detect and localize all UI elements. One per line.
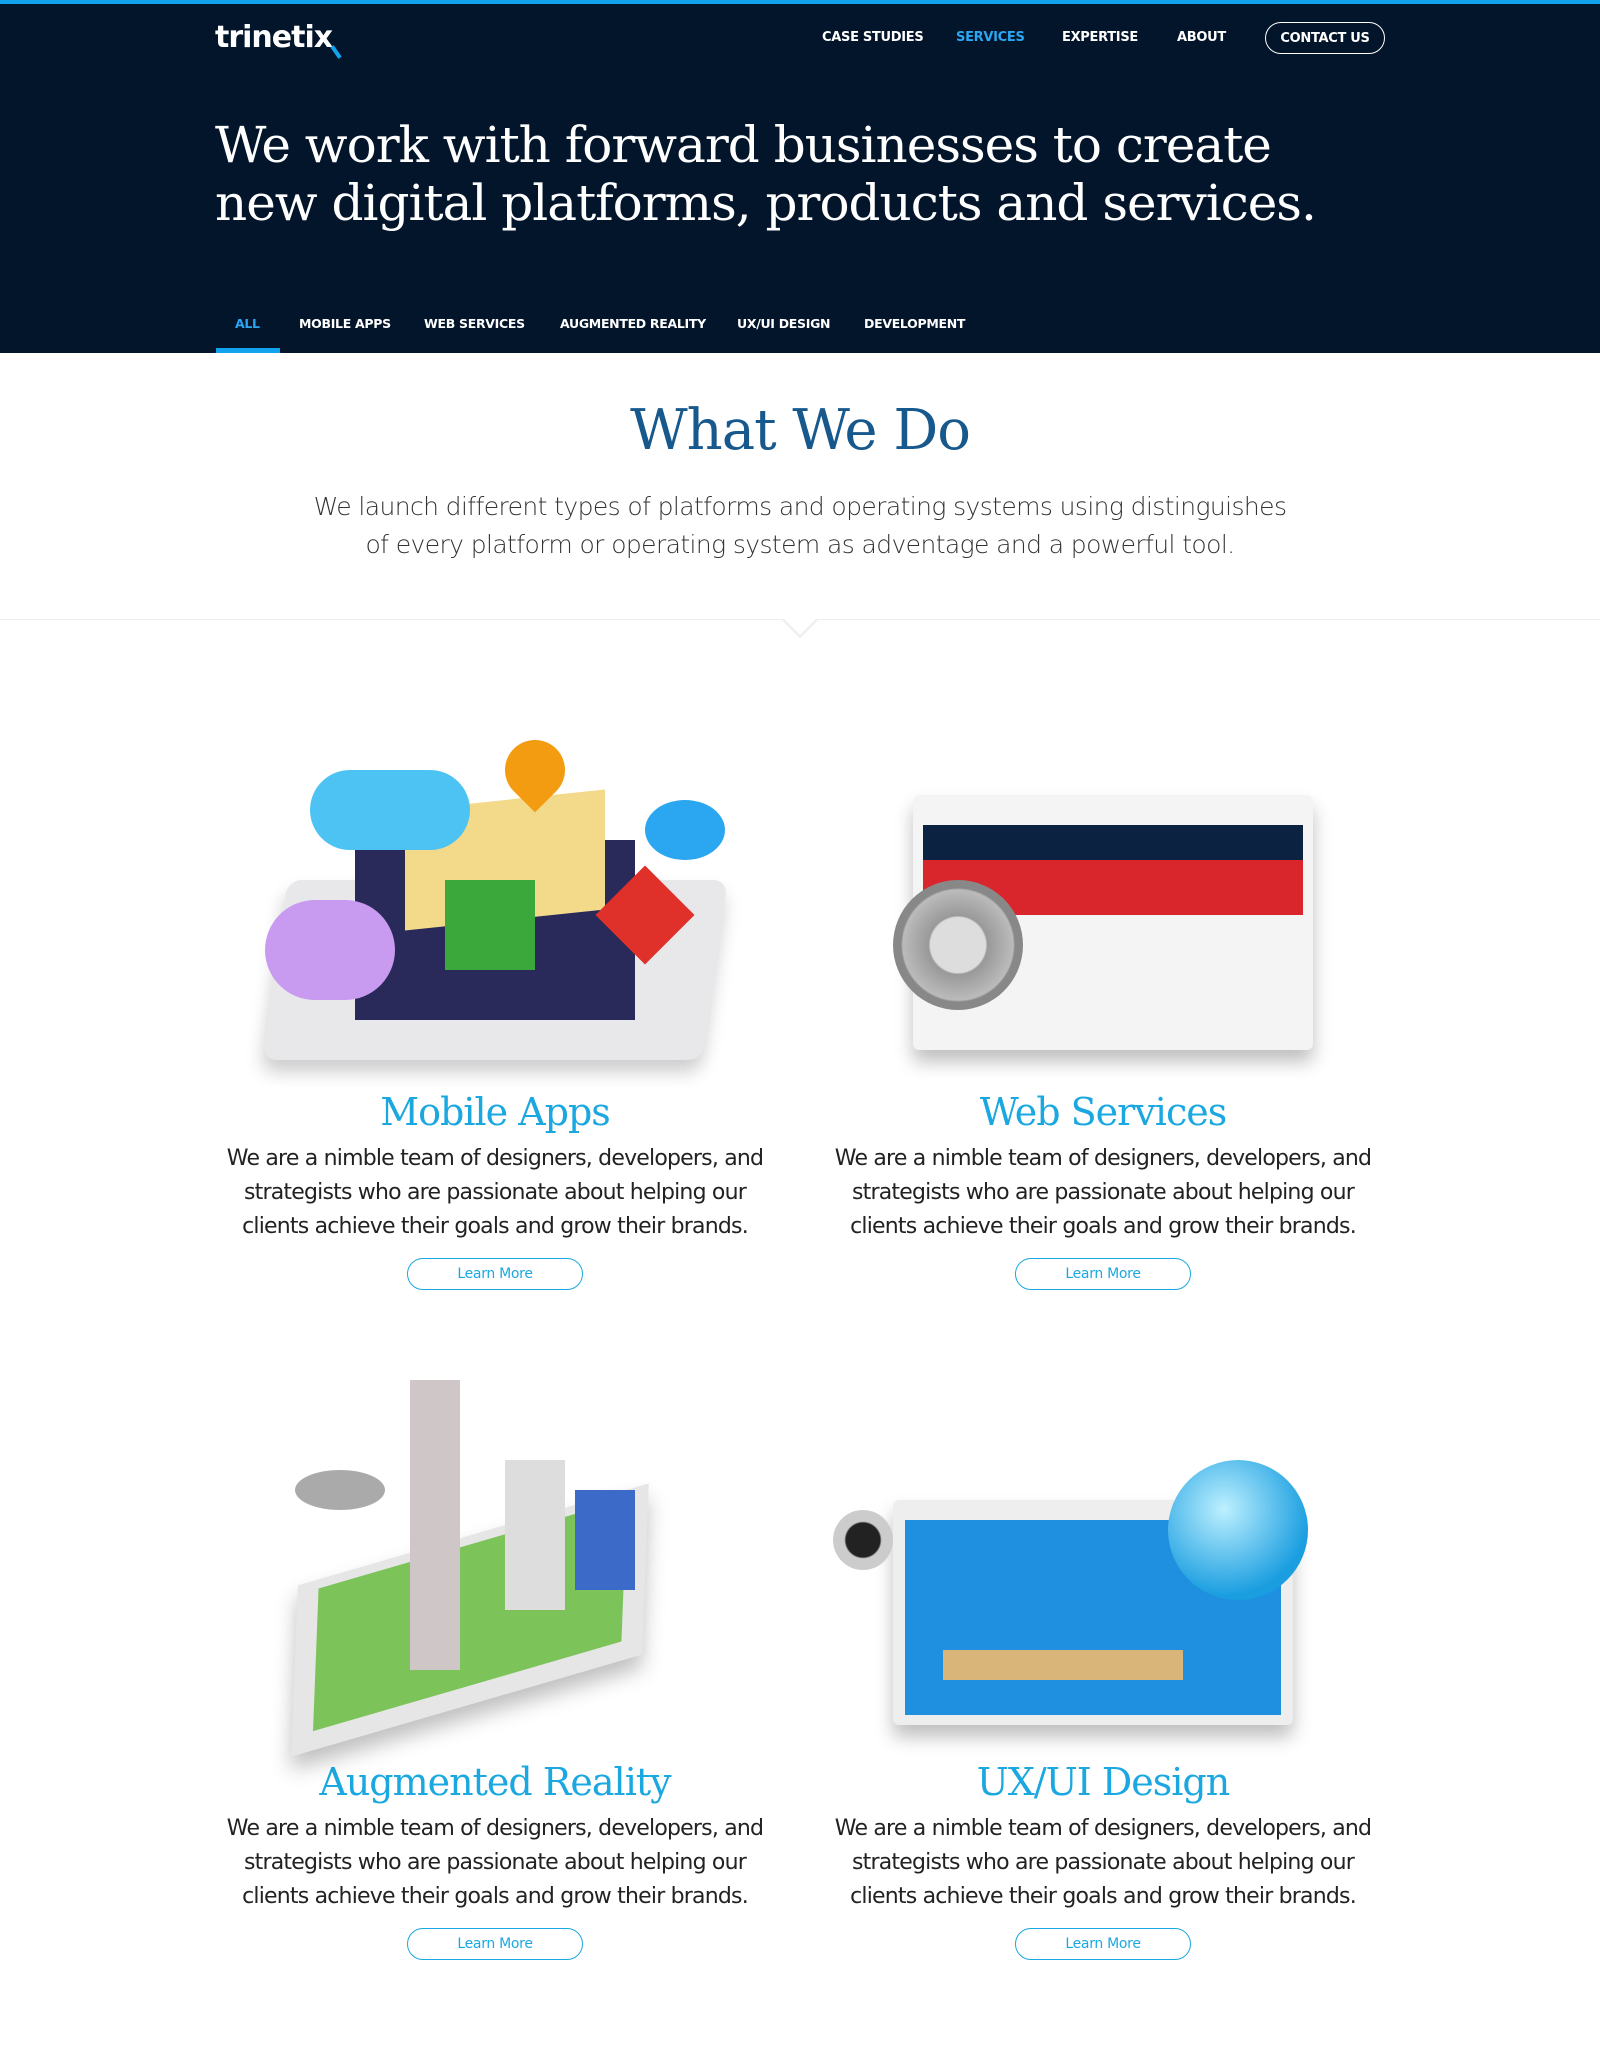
section-title: What We Do <box>630 398 971 463</box>
nav-case-studies[interactable]: CASE STUDIES <box>822 30 924 45</box>
chat-bubble-icon <box>265 900 395 1000</box>
ruler-shape <box>943 1650 1183 1680</box>
mobile-apps-illustration <box>215 727 775 1090</box>
nav-services[interactable]: SERVICES <box>956 30 1025 45</box>
tab-development[interactable]: DEVELOPMENT <box>864 316 965 331</box>
contact-us-button[interactable]: CONTACT US <box>1265 22 1385 54</box>
skyscraper-shape <box>410 1380 460 1670</box>
service-card-augmented-reality: Augmented Reality We are a nimble team o… <box>215 1360 775 1960</box>
logo-accent <box>330 45 342 59</box>
hero-header: trinetix CASE STUDIES SERVICES EXPERTISE… <box>0 4 1600 353</box>
browser-header-shape <box>923 825 1303 860</box>
service-title: Augmented Reality <box>319 1760 671 1804</box>
divider-notch-fill <box>784 619 816 635</box>
service-description: We are a nimble team of designers, devel… <box>226 1816 764 1909</box>
building-shape <box>505 1460 565 1610</box>
service-description: We are a nimble team of designers, devel… <box>226 1146 764 1239</box>
learn-more-button[interactable]: Learn More <box>407 1258 583 1290</box>
service-description: We are a nimble team of designers, devel… <box>834 1146 1372 1239</box>
compass-joint-icon <box>833 1510 893 1570</box>
tab-web-services[interactable]: WEB SERVICES <box>424 316 525 331</box>
service-title: Web Services <box>979 1090 1227 1134</box>
nav-expertise[interactable]: EXPERTISE <box>1062 30 1138 45</box>
ux-ui-design-illustration <box>823 1360 1383 1760</box>
ufo-icon <box>295 1470 385 1510</box>
service-card-mobile-apps: Mobile Apps We are a nimble team of desi… <box>215 727 775 1290</box>
service-card-ux-ui-design: UX/UI Design We are a nimble team of des… <box>823 1360 1383 1960</box>
nav-about[interactable]: ABOUT <box>1177 30 1226 45</box>
tab-all[interactable]: ALL <box>235 316 260 331</box>
magnifier-lens-icon <box>1168 1460 1308 1600</box>
building-shape <box>575 1490 635 1590</box>
section-intro: We launch different types of platforms a… <box>313 492 1287 559</box>
service-card-web-services: Web Services We are a nimble team of des… <box>823 730 1383 1290</box>
learn-more-button[interactable]: Learn More <box>407 1928 583 1960</box>
hero-headline: We work with forward businesses to creat… <box>215 116 1317 232</box>
service-description: We are a nimble team of designers, devel… <box>834 1816 1372 1909</box>
tab-mobile-apps[interactable]: MOBILE APPS <box>299 316 391 331</box>
service-title: Mobile Apps <box>380 1090 611 1134</box>
learn-more-button[interactable]: Learn More <box>1015 1928 1191 1960</box>
twitter-bird-icon <box>645 800 725 860</box>
service-title: UX/UI Design <box>976 1760 1230 1804</box>
tab-ux-ui-design[interactable]: UX/UI DESIGN <box>737 316 831 331</box>
logo[interactable]: trinetix <box>215 20 342 59</box>
augmented-reality-illustration <box>215 1360 775 1760</box>
gear-icon <box>893 880 1023 1010</box>
app-tile-shape <box>445 880 535 970</box>
active-tab-indicator <box>216 348 280 353</box>
web-services-illustration <box>823 730 1383 1090</box>
tab-augmented-reality[interactable]: AUGMENTED REALITY <box>560 316 706 331</box>
cloud-upload-icon <box>310 770 470 850</box>
learn-more-button[interactable]: Learn More <box>1015 1258 1191 1290</box>
